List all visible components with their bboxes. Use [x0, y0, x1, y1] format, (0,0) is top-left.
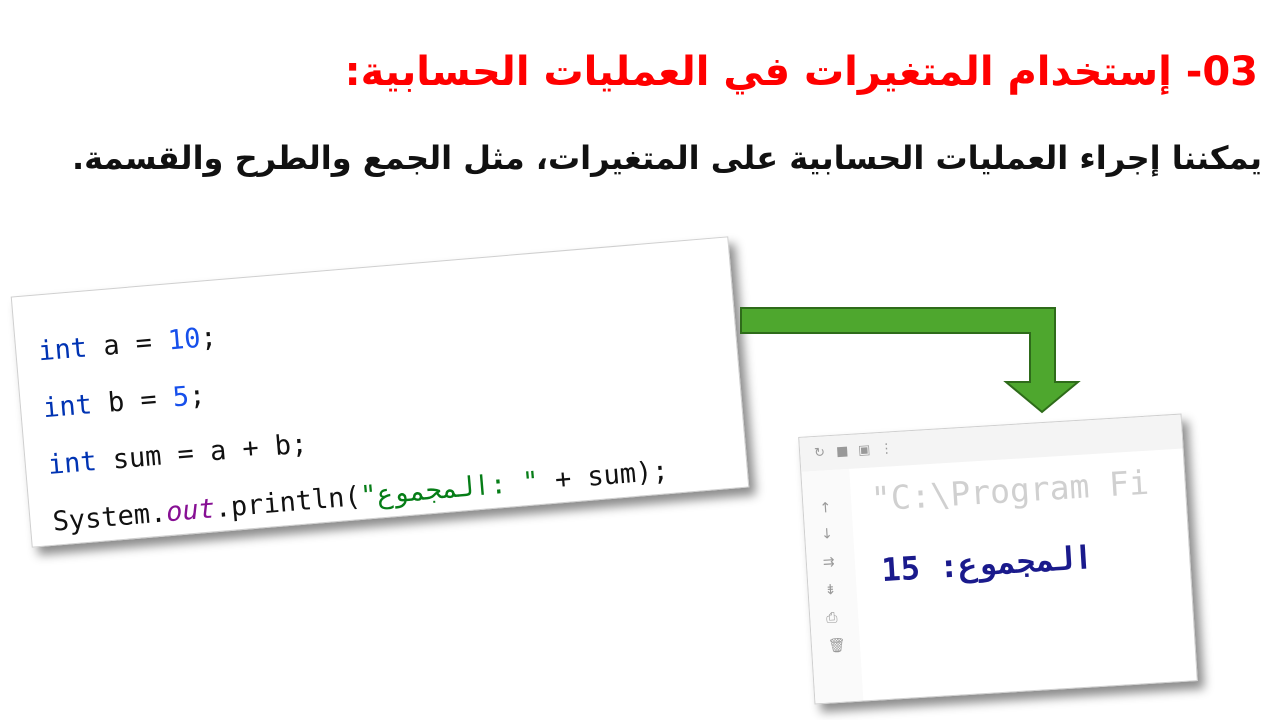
print-icon[interactable]: ⎙: [826, 610, 838, 627]
console-command-path: "C:\Program Fi: [869, 462, 1150, 519]
code-text: a =: [85, 325, 170, 364]
field-out: out: [164, 493, 217, 529]
stop-icon[interactable]: ■: [836, 444, 849, 460]
keyword-int: int: [46, 446, 98, 481]
more-icon[interactable]: ⋮: [880, 441, 894, 457]
code-text: .println(: [213, 481, 362, 525]
scroll-end-icon[interactable]: ⇟: [824, 582, 837, 599]
code-block: int a = 10; int b = 5; int sum = a + b; Sys…: [36, 272, 671, 551]
console-gutter: ↑ ↓ ⇉ ⇟ ⎙ 🗑: [801, 468, 864, 704]
soft-wrap-icon[interactable]: ⇉: [822, 554, 835, 571]
down-arrow-icon[interactable]: ↓: [821, 526, 834, 543]
string-literal: "المجموع: ": [359, 466, 541, 512]
code-text: System.: [51, 497, 168, 538]
page-title: 03- إستخدام المتغيرات في العمليات الحساب…: [344, 49, 1258, 95]
page-subtitle: يمكننا إجراء العمليات الحسابية على المتغ…: [71, 139, 1262, 177]
trash-icon[interactable]: 🗑: [828, 637, 847, 654]
camera-icon[interactable]: ▣: [858, 443, 871, 459]
code-text: b =: [90, 382, 175, 421]
code-text: ;: [199, 321, 218, 354]
code-snippet-card: int a = 10; int b = 5; int sum = a + b; Sys…: [10, 236, 750, 548]
rerun-icon[interactable]: ↻: [814, 445, 826, 461]
output-value: 15: [880, 548, 922, 590]
number-literal: 10: [166, 322, 202, 357]
keyword-int: int: [37, 332, 89, 368]
up-arrow-icon[interactable]: ↑: [819, 500, 832, 517]
keyword-int: int: [41, 389, 94, 425]
code-text: sum = a + b;: [95, 428, 309, 477]
code-text: + sum);: [537, 455, 670, 497]
console-output-panel: ↻ ■ ▣ ⋮ ↑ ↓ ⇉ ⇟ ⎙ 🗑 "C:\Program Fi 15 ال…: [798, 413, 1198, 705]
code-text: ;: [187, 379, 207, 412]
output-label: المجموع:: [937, 538, 1095, 586]
console-output-line: 15 المجموع:: [880, 538, 1094, 589]
